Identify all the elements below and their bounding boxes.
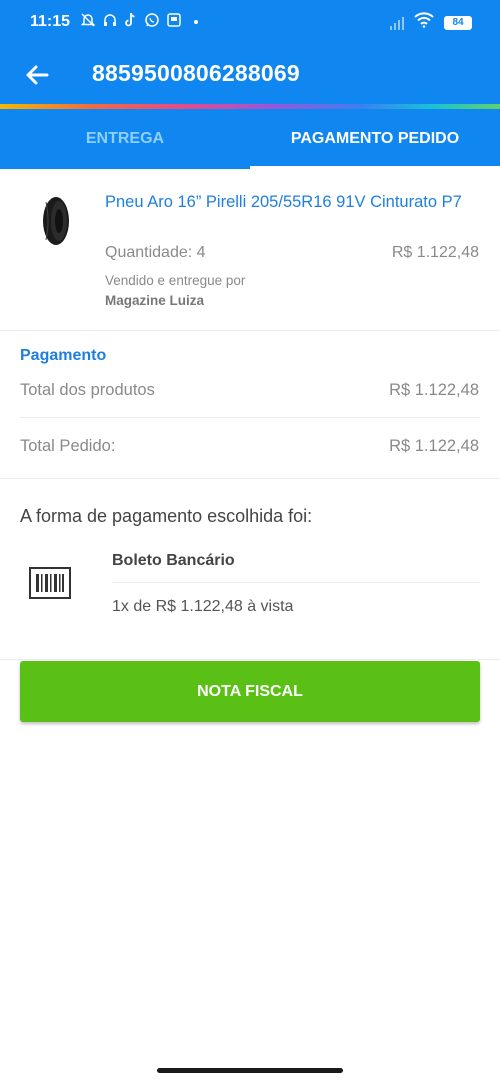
status-system-icons: 84 bbox=[390, 12, 472, 33]
signal-icon bbox=[390, 16, 404, 30]
total-order-value: R$ 1.122,48 bbox=[389, 437, 479, 455]
divider bbox=[112, 582, 480, 583]
status-time: 11:15 bbox=[30, 13, 71, 30]
total-order-label: Total Pedido: bbox=[20, 437, 116, 455]
home-indicator[interactable] bbox=[157, 1068, 343, 1073]
bell-off-icon bbox=[80, 12, 96, 32]
payment-method-name: Boleto Bancário bbox=[112, 552, 235, 569]
product-name[interactable]: Pneu Aro 16” Pirelli 205/55R16 91V Cintu… bbox=[105, 192, 480, 213]
payment-method: A forma de pagamento escolhida foi: Bole… bbox=[0, 479, 500, 660]
whatsapp-icon bbox=[144, 12, 160, 32]
tab-entrega[interactable]: ENTREGA bbox=[0, 109, 250, 169]
arrow-left-icon[interactable] bbox=[22, 60, 52, 90]
payment-installment: 1x de R$ 1.122,48 à vista bbox=[112, 598, 294, 615]
divider bbox=[20, 417, 480, 418]
battery-icon: 84 bbox=[444, 15, 472, 30]
nota-fiscal-button[interactable]: NOTA FISCAL bbox=[20, 661, 480, 722]
dot-icon bbox=[194, 20, 198, 24]
wifi-icon bbox=[414, 12, 434, 33]
sold-by-label: Vendido e entregue por bbox=[105, 273, 246, 288]
app-bar: 8859500806288069 bbox=[0, 46, 500, 104]
total-products-value: R$ 1.122,48 bbox=[389, 381, 479, 399]
payment-summary: Pagamento Total dos produtos R$ 1.122,48… bbox=[0, 331, 500, 479]
product-price: R$ 1.122,48 bbox=[391, 244, 479, 261]
headset-icon bbox=[102, 12, 118, 32]
barcode-icon bbox=[29, 567, 71, 599]
product-item: Pneu Aro 16” Pirelli 205/55R16 91V Cintu… bbox=[0, 169, 500, 331]
payment-heading: Pagamento bbox=[20, 347, 107, 364]
tire-image bbox=[36, 196, 76, 246]
status-notification-icons bbox=[80, 12, 198, 32]
payment-method-intro: A forma de pagamento escolhida foi: bbox=[20, 506, 313, 526]
product-quantity: Quantidade: 4 bbox=[105, 244, 206, 261]
page-title: 8859500806288069 bbox=[92, 60, 300, 86]
status-bar: 11:15 84 bbox=[0, 0, 500, 46]
tab-bar: ENTREGA PAGAMENTO PEDIDO bbox=[0, 109, 500, 169]
tab-pagamento-pedido[interactable]: PAGAMENTO PEDIDO bbox=[250, 109, 500, 169]
tiktok-icon bbox=[124, 12, 138, 32]
total-products-label: Total dos produtos bbox=[20, 381, 155, 399]
seller-name: Magazine Luiza bbox=[105, 293, 205, 308]
app-icon bbox=[166, 12, 182, 32]
